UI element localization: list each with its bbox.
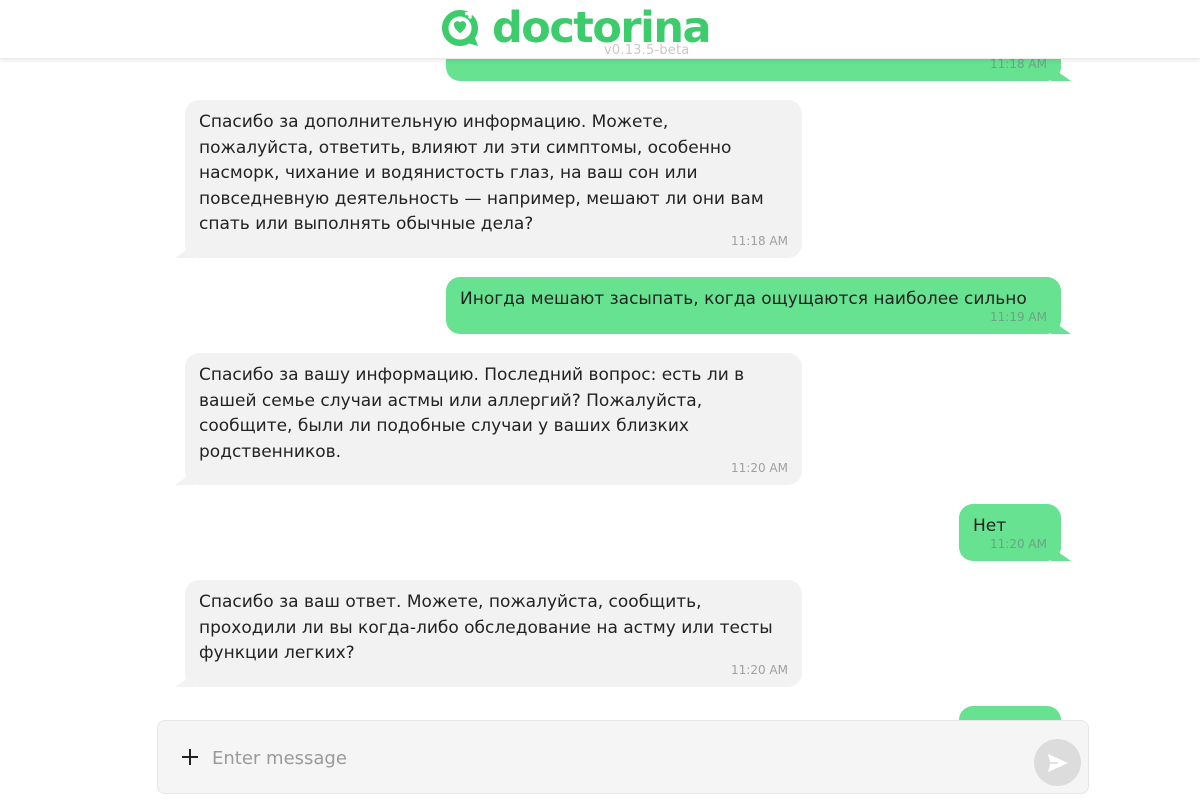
plus-icon[interactable] (178, 745, 202, 769)
message-user: Иногда мешают засыпать, когда ощущаются … (446, 277, 1061, 334)
send-icon (1048, 754, 1068, 772)
chat-thread[interactable]: 11:18 AM Спасибо за дополнительную инфор… (0, 0, 1200, 800)
message-text: Спасибо за дополнительную информацию. Мо… (199, 112, 764, 234)
message-bot: Спасибо за дополнительную информацию. Мо… (185, 100, 802, 258)
message-time: 11:18 AM (731, 233, 788, 248)
message-time: 11:19 AM (990, 309, 1047, 324)
message-text: Спасибо за вашу информацию. Последний во… (199, 365, 745, 462)
message-bot: Спасибо за ваш ответ. Можете, пожалуйста… (185, 580, 802, 687)
plus-icon-glyph (182, 749, 198, 765)
message-text: Иногда мешают засыпать, когда ощущаются … (460, 289, 1027, 309)
message-time: 11:20 AM (731, 460, 788, 475)
message-text: Спасибо за ваш ответ. Можете, пожалуйста… (199, 592, 773, 663)
app-version: v0.13.5-beta (604, 43, 690, 58)
message-user: Нет 11:20 AM (959, 504, 1061, 561)
message-input[interactable] (212, 741, 1012, 775)
message-bot: Спасибо за вашу информацию. Последний во… (185, 353, 802, 485)
message-time: 11:20 AM (990, 536, 1047, 551)
doctorina-logo-icon (442, 8, 478, 46)
send-button[interactable] (1034, 739, 1081, 786)
message-time: 11:20 AM (731, 662, 788, 677)
app-header: doctorina v0.13.5-beta (0, 0, 1200, 59)
message-composer (157, 720, 1089, 794)
